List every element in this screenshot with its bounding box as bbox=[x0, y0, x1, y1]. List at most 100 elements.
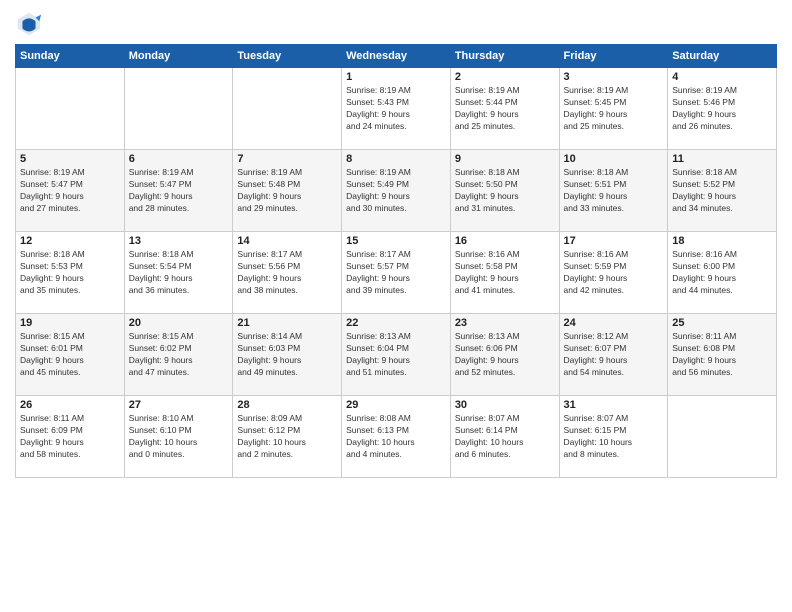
logo-icon bbox=[15, 10, 43, 38]
calendar-cell: 18 Sunrise: 8:16 AM Sunset: 6:00 PM Dayli… bbox=[668, 232, 777, 314]
calendar-cell: 3 Sunrise: 8:19 AM Sunset: 5:45 PM Daylig… bbox=[559, 68, 668, 150]
calendar-cell: 26 Sunrise: 8:11 AM Sunset: 6:09 PM Dayli… bbox=[16, 396, 125, 478]
day-number: 18 bbox=[672, 235, 772, 247]
day-info: Sunrise: 8:11 AM Sunset: 6:09 PM Dayligh… bbox=[20, 413, 120, 461]
calendar-cell: 30 Sunrise: 8:07 AM Sunset: 6:14 PM Dayli… bbox=[450, 396, 559, 478]
calendar-cell: 4 Sunrise: 8:19 AM Sunset: 5:46 PM Daylig… bbox=[668, 68, 777, 150]
day-number: 31 bbox=[564, 399, 664, 411]
day-number: 7 bbox=[237, 153, 337, 165]
weekday-header-wednesday: Wednesday bbox=[342, 45, 451, 68]
day-number: 28 bbox=[237, 399, 337, 411]
calendar-cell: 22Sunrise: 8:13 AM Sunset: 6:04 PM Dayli… bbox=[342, 314, 451, 396]
day-number: 15 bbox=[346, 235, 446, 247]
calendar-cell bbox=[16, 68, 125, 150]
calendar-cell: 9 Sunrise: 8:18 AM Sunset: 5:50 PM Daylig… bbox=[450, 150, 559, 232]
calendar-cell: 25 Sunrise: 8:11 AM Sunset: 6:08 PM Dayli… bbox=[668, 314, 777, 396]
day-info: Sunrise: 8:18 AM Sunset: 5:53 PM Dayligh… bbox=[20, 249, 120, 297]
calendar-cell: 12 Sunrise: 8:18 AM Sunset: 5:53 PM Dayli… bbox=[16, 232, 125, 314]
calendar-cell: 13Sunrise: 8:18 AM Sunset: 5:54 PM Dayli… bbox=[124, 232, 233, 314]
day-info: Sunrise: 8:19 AM Sunset: 5:44 PM Dayligh… bbox=[455, 85, 555, 133]
calendar-cell: 29 Sunrise: 8:08 AM Sunset: 6:13 PM Dayli… bbox=[342, 396, 451, 478]
day-number: 27 bbox=[129, 399, 229, 411]
day-number: 5 bbox=[20, 153, 120, 165]
weekday-header-sunday: Sunday bbox=[16, 45, 125, 68]
day-info: Sunrise: 8:07 AM Sunset: 6:14 PM Dayligh… bbox=[455, 413, 555, 461]
main-container: SundayMondayTuesdayWednesdayThursdayFrid… bbox=[0, 0, 792, 612]
day-number: 12 bbox=[20, 235, 120, 247]
calendar-cell: 27 Sunrise: 8:10 AM Sunset: 6:10 PM Dayli… bbox=[124, 396, 233, 478]
calendar-cell: 2Sunrise: 8:19 AM Sunset: 5:44 PM Daylig… bbox=[450, 68, 559, 150]
day-info: Sunrise: 8:18 AM Sunset: 5:51 PM Dayligh… bbox=[564, 167, 664, 215]
calendar-cell bbox=[668, 396, 777, 478]
weekday-header-tuesday: Tuesday bbox=[233, 45, 342, 68]
day-info: Sunrise: 8:19 AM Sunset: 5:45 PM Dayligh… bbox=[564, 85, 664, 133]
day-number: 4 bbox=[672, 71, 772, 83]
day-info: Sunrise: 8:17 AM Sunset: 5:57 PM Dayligh… bbox=[346, 249, 446, 297]
calendar-table: SundayMondayTuesdayWednesdayThursdayFrid… bbox=[15, 44, 777, 478]
week-row-1: 5 Sunrise: 8:19 AM Sunset: 5:47 PM Daylig… bbox=[16, 150, 777, 232]
day-info: Sunrise: 8:13 AM Sunset: 6:06 PM Dayligh… bbox=[455, 331, 555, 379]
calendar-cell bbox=[124, 68, 233, 150]
day-number: 16 bbox=[455, 235, 555, 247]
day-number: 1 bbox=[346, 71, 446, 83]
day-info: Sunrise: 8:10 AM Sunset: 6:10 PM Dayligh… bbox=[129, 413, 229, 461]
week-row-4: 26 Sunrise: 8:11 AM Sunset: 6:09 PM Dayli… bbox=[16, 396, 777, 478]
weekday-header-thursday: Thursday bbox=[450, 45, 559, 68]
day-number: 9 bbox=[455, 153, 555, 165]
day-number: 20 bbox=[129, 317, 229, 329]
day-info: Sunrise: 8:19 AM Sunset: 5:43 PM Dayligh… bbox=[346, 85, 446, 133]
calendar-cell bbox=[233, 68, 342, 150]
day-number: 13 bbox=[129, 235, 229, 247]
calendar-cell: 5 Sunrise: 8:19 AM Sunset: 5:47 PM Daylig… bbox=[16, 150, 125, 232]
header bbox=[15, 10, 777, 38]
calendar-cell: 11 Sunrise: 8:18 AM Sunset: 5:52 PM Dayli… bbox=[668, 150, 777, 232]
weekday-header-friday: Friday bbox=[559, 45, 668, 68]
calendar-cell: 14 Sunrise: 8:17 AM Sunset: 5:56 PM Dayli… bbox=[233, 232, 342, 314]
day-number: 8 bbox=[346, 153, 446, 165]
day-number: 11 bbox=[672, 153, 772, 165]
calendar-cell: 21Sunrise: 8:14 AM Sunset: 6:03 PM Dayli… bbox=[233, 314, 342, 396]
calendar-cell: 7Sunrise: 8:19 AM Sunset: 5:48 PM Daylig… bbox=[233, 150, 342, 232]
day-info: Sunrise: 8:18 AM Sunset: 5:50 PM Dayligh… bbox=[455, 167, 555, 215]
calendar-cell: 20 Sunrise: 8:15 AM Sunset: 6:02 PM Dayli… bbox=[124, 314, 233, 396]
day-info: Sunrise: 8:19 AM Sunset: 5:47 PM Dayligh… bbox=[129, 167, 229, 215]
calendar-cell: 8Sunrise: 8:19 AM Sunset: 5:49 PM Daylig… bbox=[342, 150, 451, 232]
day-number: 30 bbox=[455, 399, 555, 411]
day-number: 19 bbox=[20, 317, 120, 329]
week-row-2: 12 Sunrise: 8:18 AM Sunset: 5:53 PM Dayli… bbox=[16, 232, 777, 314]
day-number: 6 bbox=[129, 153, 229, 165]
calendar-cell: 17Sunrise: 8:16 AM Sunset: 5:59 PM Dayli… bbox=[559, 232, 668, 314]
weekday-header-saturday: Saturday bbox=[668, 45, 777, 68]
day-number: 10 bbox=[564, 153, 664, 165]
weekday-header-row: SundayMondayTuesdayWednesdayThursdayFrid… bbox=[16, 45, 777, 68]
day-info: Sunrise: 8:19 AM Sunset: 5:47 PM Dayligh… bbox=[20, 167, 120, 215]
day-info: Sunrise: 8:15 AM Sunset: 6:02 PM Dayligh… bbox=[129, 331, 229, 379]
day-info: Sunrise: 8:16 AM Sunset: 5:58 PM Dayligh… bbox=[455, 249, 555, 297]
calendar-cell: 23Sunrise: 8:13 AM Sunset: 6:06 PM Dayli… bbox=[450, 314, 559, 396]
day-info: Sunrise: 8:19 AM Sunset: 5:46 PM Dayligh… bbox=[672, 85, 772, 133]
day-info: Sunrise: 8:18 AM Sunset: 5:52 PM Dayligh… bbox=[672, 167, 772, 215]
day-number: 26 bbox=[20, 399, 120, 411]
calendar-cell: 10 Sunrise: 8:18 AM Sunset: 5:51 PM Dayli… bbox=[559, 150, 668, 232]
day-info: Sunrise: 8:11 AM Sunset: 6:08 PM Dayligh… bbox=[672, 331, 772, 379]
calendar-cell: 16 Sunrise: 8:16 AM Sunset: 5:58 PM Dayli… bbox=[450, 232, 559, 314]
day-number: 25 bbox=[672, 317, 772, 329]
calendar-cell: 6 Sunrise: 8:19 AM Sunset: 5:47 PM Daylig… bbox=[124, 150, 233, 232]
day-info: Sunrise: 8:17 AM Sunset: 5:56 PM Dayligh… bbox=[237, 249, 337, 297]
day-info: Sunrise: 8:12 AM Sunset: 6:07 PM Dayligh… bbox=[564, 331, 664, 379]
day-number: 29 bbox=[346, 399, 446, 411]
day-info: Sunrise: 8:13 AM Sunset: 6:04 PM Dayligh… bbox=[346, 331, 446, 379]
day-info: Sunrise: 8:15 AM Sunset: 6:01 PM Dayligh… bbox=[20, 331, 120, 379]
weekday-header-monday: Monday bbox=[124, 45, 233, 68]
week-row-3: 19 Sunrise: 8:15 AM Sunset: 6:01 PM Dayli… bbox=[16, 314, 777, 396]
day-info: Sunrise: 8:14 AM Sunset: 6:03 PM Dayligh… bbox=[237, 331, 337, 379]
day-number: 3 bbox=[564, 71, 664, 83]
calendar-cell: 28Sunrise: 8:09 AM Sunset: 6:12 PM Dayli… bbox=[233, 396, 342, 478]
week-row-0: 1 Sunrise: 8:19 AM Sunset: 5:43 PM Daylig… bbox=[16, 68, 777, 150]
day-info: Sunrise: 8:16 AM Sunset: 6:00 PM Dayligh… bbox=[672, 249, 772, 297]
day-info: Sunrise: 8:16 AM Sunset: 5:59 PM Dayligh… bbox=[564, 249, 664, 297]
day-number: 14 bbox=[237, 235, 337, 247]
day-number: 24 bbox=[564, 317, 664, 329]
day-info: Sunrise: 8:08 AM Sunset: 6:13 PM Dayligh… bbox=[346, 413, 446, 461]
calendar-cell: 24 Sunrise: 8:12 AM Sunset: 6:07 PM Dayli… bbox=[559, 314, 668, 396]
